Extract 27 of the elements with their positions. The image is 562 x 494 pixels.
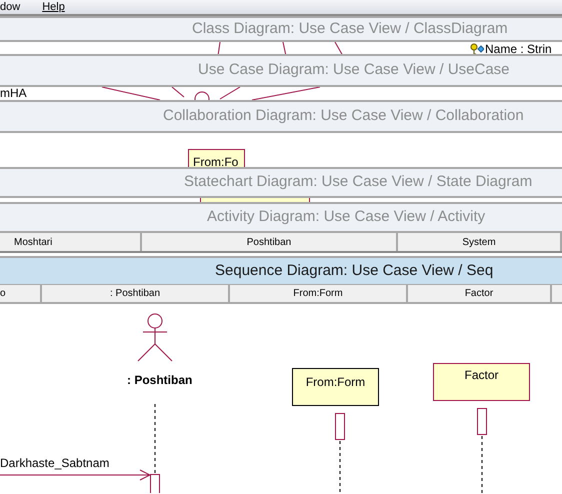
object-box: Factor — [433, 363, 530, 401]
window-title: Collaboration Diagram: Use Case View / Collaboration — [163, 106, 524, 126]
window-title: Use Case Diagram: Use Case View / UseCase — [198, 60, 510, 80]
actor-icon — [137, 313, 173, 362]
window-title-bar[interactable]: Activity Diagram: Use Case View / Activity — [0, 202, 562, 231]
key-icon — [470, 43, 484, 54]
column-header: From:Form — [230, 285, 408, 302]
menu-item[interactable]: dow — [0, 2, 20, 12]
window-title-bar[interactable]: Use Case Diagram: Use Case View / UseCase — [0, 54, 562, 85]
menu-item[interactable]: Help — [42, 2, 65, 12]
attribute-text: Name : Strin — [485, 42, 552, 54]
actor-label: : Poshtiban — [127, 372, 192, 389]
column-header: : Poshtiban — [42, 285, 230, 302]
object-box: From:Fo — [188, 149, 245, 167]
object-box: From:Form — [292, 368, 379, 406]
column-header: o — [0, 285, 42, 302]
window-title: Statechart Diagram: Use Case View / State Diagram — [184, 172, 532, 192]
column-header: Factor — [408, 285, 552, 302]
window-title-bar[interactable]: Class Diagram: Use Case View / ClassDiagram — [0, 16, 562, 40]
message-label: Darkhaste_Sabtnam — [0, 455, 110, 472]
window-title: Activity Diagram: Use Case View / Activity — [207, 207, 486, 228]
window-title: Sequence Diagram: Use Case View / Seq — [215, 260, 494, 281]
window-title-bar[interactable]: Collaboration Diagram: Use Case View / Collaboration — [0, 100, 562, 131]
diagram-text-fragment: mHA — [0, 87, 27, 100]
window-title-bar[interactable]: Statechart Diagram: Use Case View / State Diagram — [0, 167, 562, 196]
window-title-bar[interactable]: Sequence Diagram: Use Case View / Seq — [0, 256, 562, 284]
window-title: Class Diagram: Use Case View / ClassDiagram — [192, 18, 508, 39]
